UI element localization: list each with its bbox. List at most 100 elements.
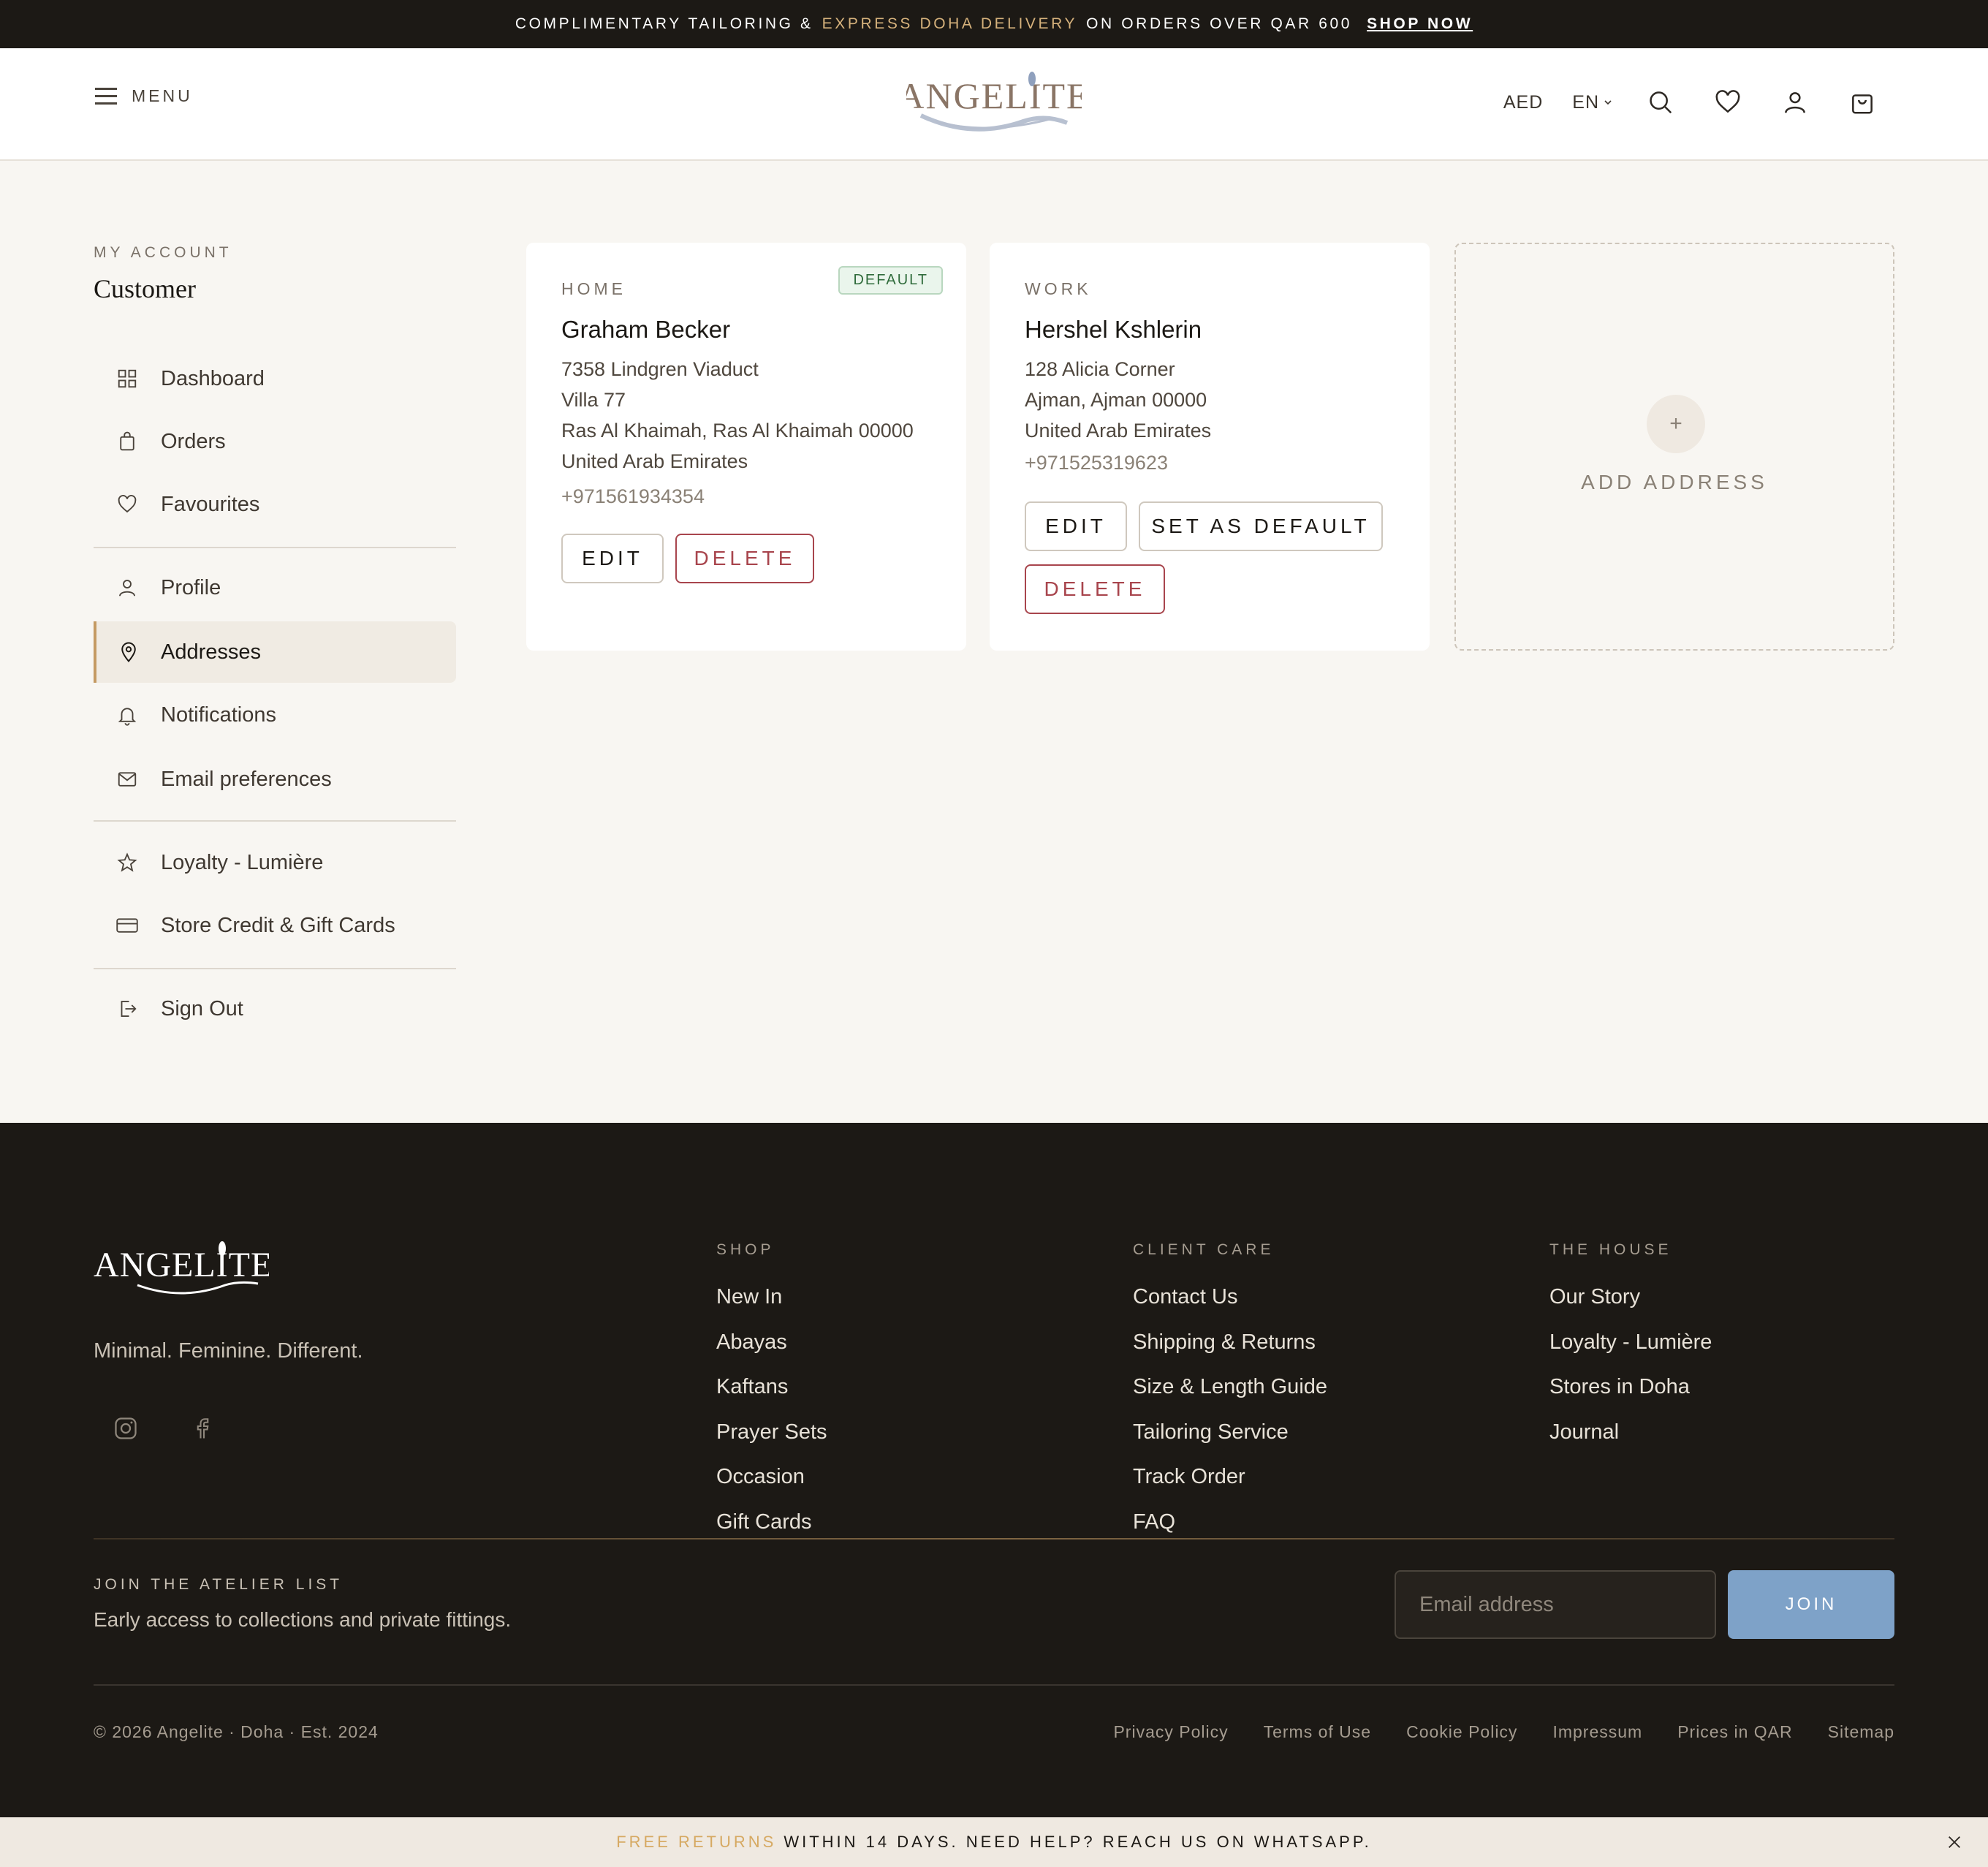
footer-link[interactable]: Abayas [716,1330,827,1376]
footer-tagline: Minimal. Feminine. Different. [94,1339,363,1363]
legal-link-sitemap[interactable]: Sitemap [1828,1722,1894,1742]
footer-link[interactable]: New In [716,1285,827,1330]
shop-now-link[interactable]: SHOP NOW [1367,15,1473,33]
set-default-button[interactable]: SET AS DEFAULT [1139,501,1383,551]
bag-icon [120,431,134,451]
legal-link-impressum[interactable]: Impressum [1552,1722,1642,1742]
footer-link[interactable]: Size & Length Guide [1133,1375,1327,1420]
heart-icon [1715,90,1740,113]
sidebar-item-label: Addresses [161,640,262,664]
menu-button[interactable]: MENU [95,86,193,106]
address-type: WORK [1025,279,1092,298]
sidebar-item-favourites[interactable]: Favourites [94,474,456,535]
default-badge: DEFAULT [838,266,943,295]
address-line: Ajman, Ajman 00000 [1025,389,1207,411]
svg-text:ANGELITE: ANGELITE [94,1246,269,1284]
sidebar-item-label: Store Credit & Gift Cards [161,913,395,937]
address-line: 128 Alicia Corner [1025,358,1175,380]
address-type: HOME [561,279,626,298]
customer-name: Customer [94,274,196,303]
address-name: Hershel Kshlerin [1025,316,1202,343]
sidebar-item-loyalty[interactable]: Loyalty - Lumière [94,832,456,893]
wishlist-button[interactable] [1709,83,1747,121]
sidebar-item-addresses[interactable]: Addresses [94,621,456,683]
legal-link-prices[interactable]: Prices in QAR [1677,1722,1792,1742]
footer-column-shop: SHOP New In Abayas Kaftans Prayer Sets O… [716,1241,827,1555]
svg-text:ANGELITE: ANGELITE [906,75,1082,116]
my-account-label: MY ACCOUNT [94,244,232,261]
sign-out-icon [121,1001,137,1017]
newsletter-email-input[interactable] [1395,1570,1716,1639]
sidebar-item-label: Orders [161,429,226,453]
legal-link-cookies[interactable]: Cookie Policy [1406,1722,1517,1742]
facebook-link[interactable] [187,1414,216,1443]
address-phone: +971525319623 [1025,452,1168,474]
footer-link[interactable]: Journal [1549,1420,1712,1466]
location-pin-icon [121,642,136,663]
delete-address-button[interactable]: DELETE [675,534,814,583]
footer-link[interactable]: Occasion [716,1465,827,1510]
angelite-logo[interactable]: ANGELITE [906,70,1082,136]
legal-link-privacy[interactable]: Privacy Policy [1113,1722,1228,1742]
edit-address-button[interactable]: EDIT [1025,501,1127,551]
legal-link-terms[interactable]: Terms of Use [1264,1722,1371,1742]
footer-link[interactable]: Gift Cards [716,1510,827,1556]
search-button[interactable] [1642,83,1680,121]
grid-icon [118,369,137,388]
footer-link[interactable]: Our Story [1549,1285,1712,1330]
sidebar-item-label: Favourites [161,492,260,516]
footer-link[interactable]: FAQ [1133,1510,1327,1556]
footer-link[interactable]: Kaftans [716,1375,827,1420]
bag-icon [1852,94,1873,114]
currency-selector[interactable]: AED [1503,92,1543,113]
footer-link[interactable]: Prayer Sets [716,1420,827,1466]
delete-address-button[interactable]: DELETE [1025,564,1165,614]
sidebar-item-label: Loyalty - Lumière [161,850,324,874]
newsletter-join-button[interactable]: JOIN [1728,1570,1894,1639]
add-address-card[interactable]: + ADD ADDRESS [1454,243,1894,651]
sidebar-item-label: Email preferences [161,767,332,791]
sidebar-item-email-preferences[interactable]: Email preferences [94,749,456,810]
cart-button[interactable] [1843,83,1881,121]
credit-card-icon [116,918,138,933]
heart-icon [118,495,137,513]
angelite-footer-logo[interactable]: ANGELITE [94,1240,269,1301]
footer-link[interactable]: Track Order [1133,1465,1327,1510]
footer-link[interactable]: Shipping & Returns [1133,1330,1327,1376]
search-icon [1650,91,1672,114]
footer-column-title: SHOP [716,1241,775,1258]
footer-link[interactable]: Tailoring Service [1133,1420,1327,1466]
bottom-bar-text: WITHIN 14 DAYS. NEED HELP? REACH US ON W… [784,1833,1372,1851]
sidebar-divider [94,968,456,969]
sidebar-item-orders[interactable]: Orders [94,411,456,472]
sidebar-item-sign-out[interactable]: Sign Out [94,978,456,1039]
instagram-link[interactable] [111,1414,140,1443]
footer-divider [94,1538,1894,1540]
promo-text-after: ON ORDERS OVER QAR 600 [1086,15,1353,32]
language-selector[interactable]: EN [1572,92,1612,113]
chevron-down-icon [1604,100,1612,105]
footer-column-client-care: CLIENT CARE Contact Us Shipping & Return… [1133,1241,1327,1555]
legal-links: Privacy Policy Terms of Use Cookie Polic… [1113,1722,1894,1742]
sidebar-item-label: Sign Out [161,996,243,1020]
footer-column-title: CLIENT CARE [1133,1241,1275,1258]
account-button[interactable] [1776,83,1814,121]
address-country: United Arab Emirates [561,450,748,472]
language-label: EN [1572,91,1599,113]
close-button[interactable] [1943,1830,1966,1854]
sidebar-item-store-credit[interactable]: Store Credit & Gift Cards [94,895,456,956]
footer-link[interactable]: Loyalty - Lumière [1549,1330,1712,1376]
sidebar-item-dashboard[interactable]: Dashboard [94,348,456,409]
address-line: 7358 Lindgren Viaduct [561,358,759,380]
sidebar-item-profile[interactable]: Profile [94,557,456,618]
footer-link[interactable]: Contact Us [1133,1285,1327,1330]
footer-link[interactable]: Stores in Doha [1549,1375,1712,1420]
newsletter-subtitle: Early access to collections and private … [94,1608,512,1631]
edit-address-button[interactable]: EDIT [561,534,664,583]
hamburger-icon [95,87,117,105]
bell-icon [118,708,137,726]
sidebar-divider [94,820,456,822]
newsletter-title: JOIN THE ATELIER LIST [94,1576,344,1593]
sidebar-item-notifications[interactable]: Notifications [94,684,456,746]
address-details: 7358 Lindgren Viaduct Villa 77 Ras Al Kh… [561,354,914,512]
